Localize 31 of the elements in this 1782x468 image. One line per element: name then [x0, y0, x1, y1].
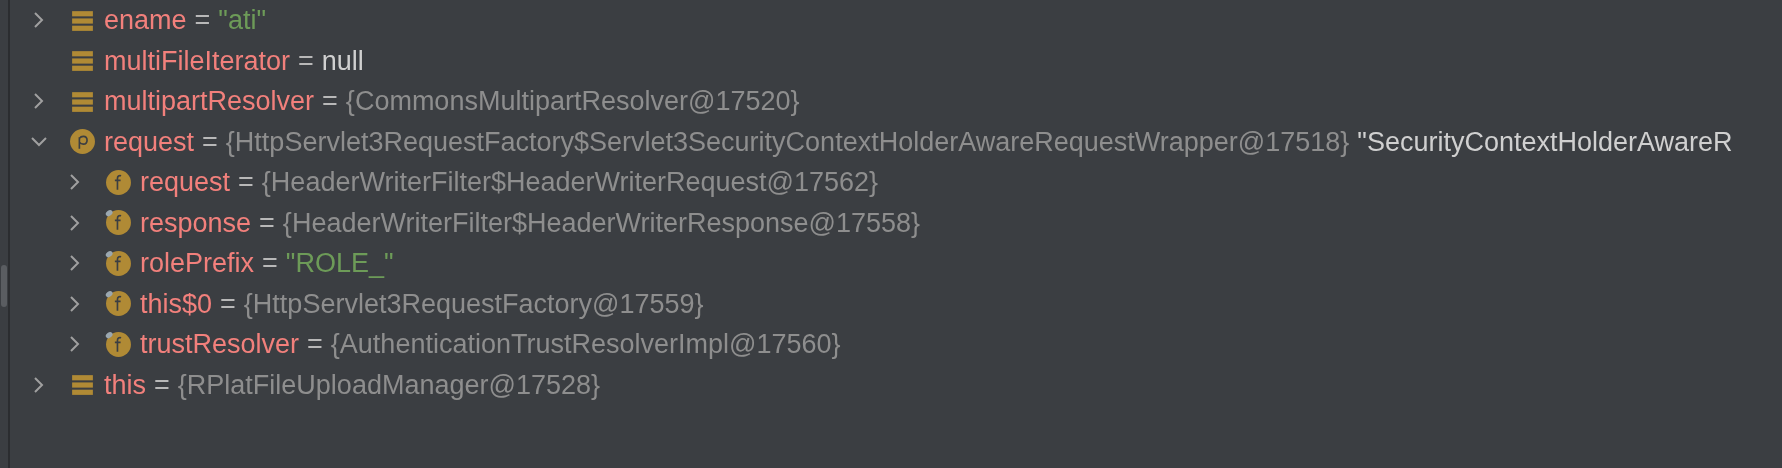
equals-sign: = [238, 166, 254, 199]
variable-name: trustResolver [140, 328, 300, 361]
variable-name: request [140, 166, 231, 199]
equals-sign: = [307, 328, 323, 361]
equals-sign: = [220, 287, 236, 321]
value-description: "SecurityContextHolderAwareR [1357, 125, 1733, 159]
variable-value: {AuthenticationTrustResolverImpl@17560} [330, 328, 841, 361]
equals-sign: = [202, 125, 218, 159]
variable-value: "ROLE_" [285, 247, 394, 280]
variable-name: ename [104, 4, 187, 37]
variable-value: {HeaderWriterFilter$HeaderWriterResponse@17558} [282, 206, 921, 240]
equals-sign: = [298, 44, 314, 78]
variable-value: null [321, 44, 364, 78]
variable-name: this$0 [140, 287, 213, 321]
variable-value: {CommonsMultipartResolver@17520} [345, 85, 800, 118]
variable-value: "ati" [218, 4, 267, 37]
variable-name: this [104, 368, 147, 402]
variable-name: multiFileIterator [104, 44, 291, 78]
variable-value: {HeaderWriterFilter$HeaderWriterRequest@17562} [261, 166, 879, 199]
variable-name: rolePrefix [140, 247, 255, 280]
variable-value: {RPlatFileUploadManager@17528} [177, 368, 600, 402]
equals-sign: = [154, 368, 170, 402]
variable-name: multipartResolver [104, 85, 315, 118]
variable-value: {HttpServlet3RequestFactory$Servlet3SecurityContextHolderAwareRequestWrapper@17518} [225, 125, 1350, 159]
equals-sign: = [262, 247, 278, 280]
variable-name: response [140, 206, 252, 240]
equals-sign: = [259, 206, 275, 240]
variable-value: {HttpServlet3RequestFactory@17559} [243, 287, 704, 321]
equals-sign: = [194, 4, 211, 37]
variable-name: request [104, 125, 195, 159]
equals-sign: = [322, 85, 338, 118]
